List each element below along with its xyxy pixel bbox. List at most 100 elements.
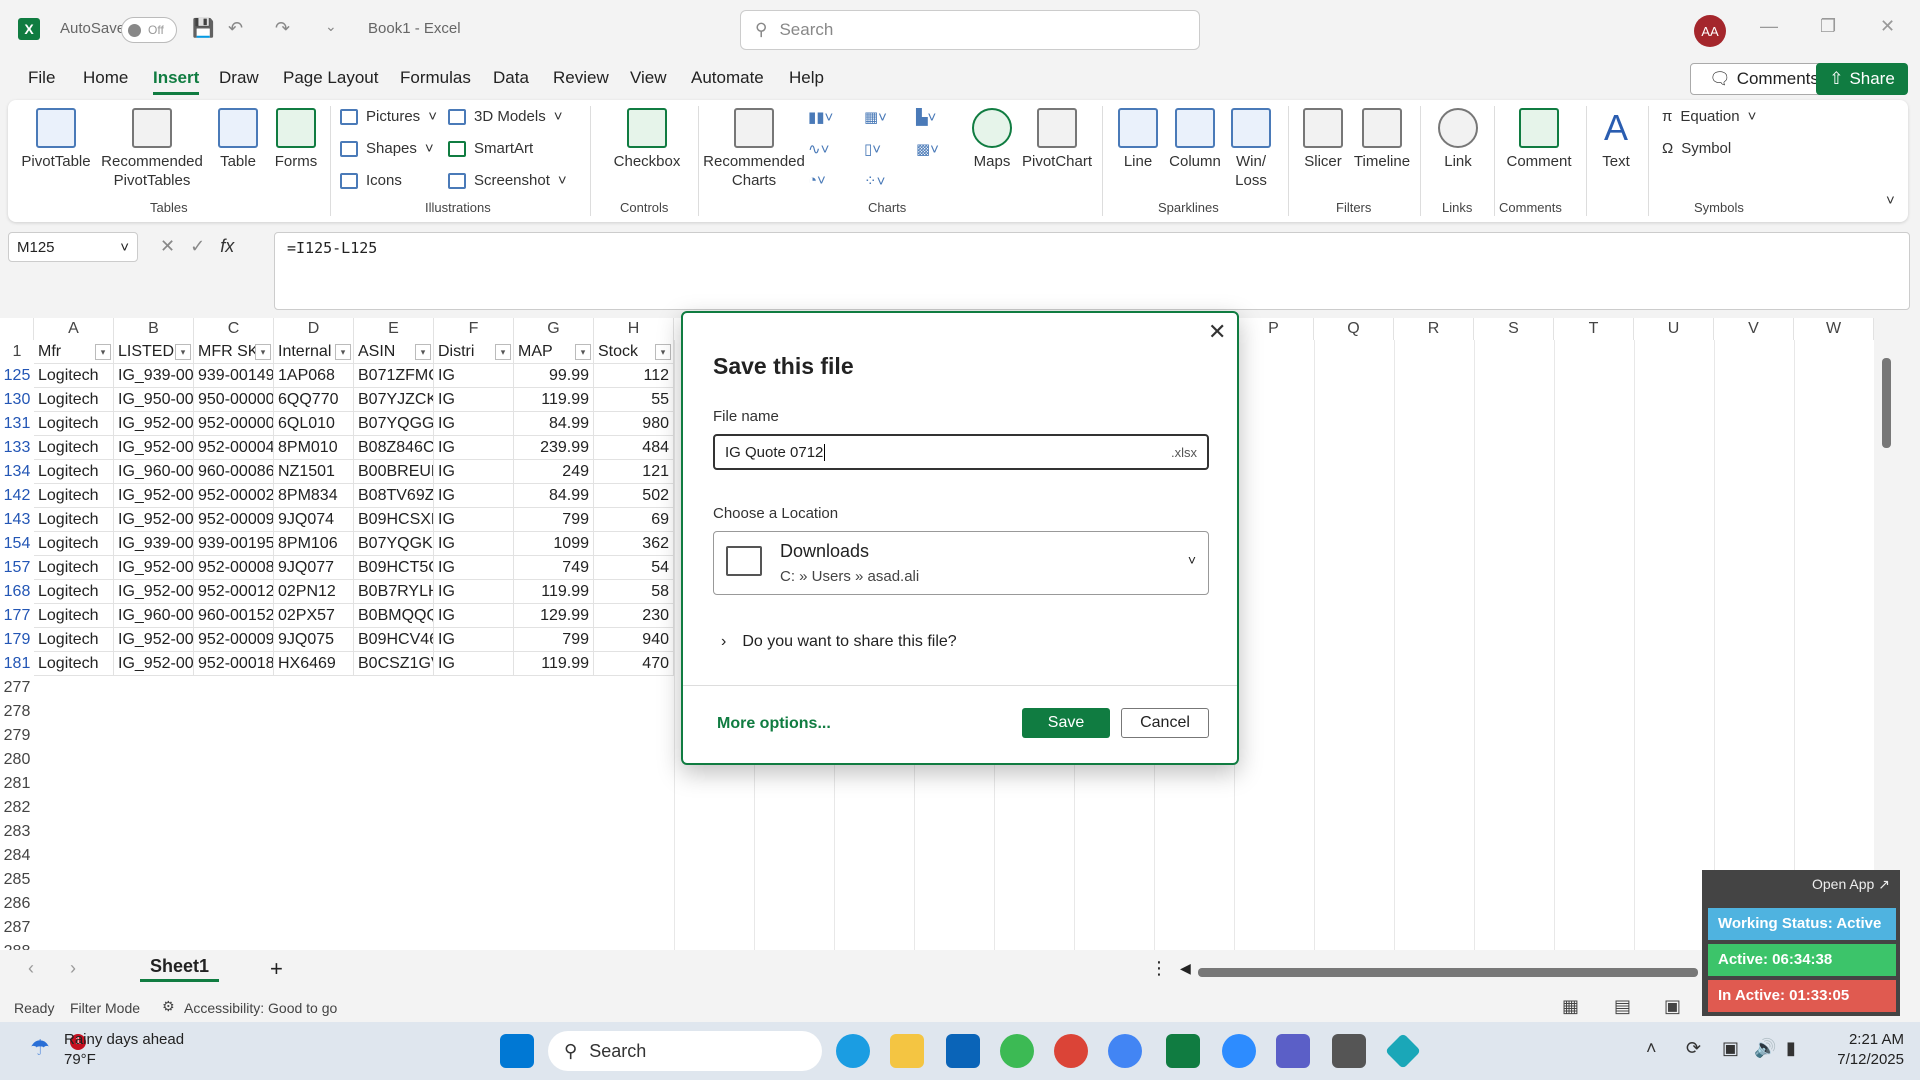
table-cell[interactable]: Logitech [34, 604, 114, 628]
volume-icon[interactable]: 🔊 [1754, 1038, 1776, 1059]
table-cell[interactable]: B09HCV46 [354, 628, 434, 652]
table-cell[interactable]: B07YQGGI [354, 412, 434, 436]
table-header-cell[interactable]: Internal ▾ [274, 340, 354, 364]
formula-input[interactable]: =I125-L125 [274, 232, 1910, 310]
pivottable-button[interactable]: PivotTable [20, 108, 92, 171]
battery-icon[interactable]: ▮ [1786, 1038, 1796, 1059]
table-cell[interactable]: 960-00086 [194, 460, 274, 484]
table-cell[interactable]: IG_939-00 [114, 532, 194, 556]
table-header-cell[interactable]: MAP ▾ [514, 340, 594, 364]
column-header[interactable]: F [434, 318, 514, 340]
row-header[interactable]: 278 [0, 700, 34, 724]
zoom-icon[interactable] [1222, 1034, 1256, 1068]
table-cell[interactable]: Logitech [34, 460, 114, 484]
name-box[interactable]: M125 ˅ [8, 232, 138, 262]
screenshot-button[interactable]: Screenshot ˅ [448, 172, 567, 189]
table-cell[interactable]: B07YJZCKI [354, 388, 434, 412]
recommended-pivottables-button[interactable]: Recommended PivotTables [100, 108, 204, 190]
share-button[interactable]: ⇧ Share [1816, 63, 1908, 95]
table-cell[interactable]: 8PM834 [274, 484, 354, 508]
table-cell[interactable]: IG [434, 652, 514, 676]
3d-models-button[interactable]: 3D Models ˅ [448, 108, 562, 125]
statistic-chart-icon[interactable]: ▯˅ [864, 140, 881, 158]
symbol-button[interactable]: Ω Symbol [1662, 140, 1731, 157]
table-cell[interactable]: 952-00000 [194, 412, 274, 436]
comment-button[interactable]: Comment [1498, 108, 1580, 171]
table-cell[interactable]: B0BMQQQ [354, 604, 434, 628]
autosave-toggle[interactable]: Off [121, 17, 177, 43]
table-cell[interactable]: 952-00002 [194, 484, 274, 508]
vertical-scrollbar[interactable] [1874, 318, 1900, 950]
table-cell[interactable]: IG [434, 580, 514, 604]
table-cell[interactable]: 470 [594, 652, 674, 676]
table-cell[interactable]: IG_952-00 [114, 484, 194, 508]
redo-icon[interactable]: ↷ [275, 18, 290, 39]
table-cell[interactable]: Logitech [34, 532, 114, 556]
column-header[interactable]: C [194, 318, 274, 340]
row-header[interactable]: 287 [0, 916, 34, 940]
filter-dropdown-icon[interactable]: ▾ [415, 344, 431, 360]
column-header[interactable]: S [1474, 318, 1554, 340]
horizontal-scroll-thumb[interactable] [1198, 968, 1698, 977]
page-break-view-icon[interactable]: ▣ [1664, 996, 1681, 1017]
column-header[interactable]: H [594, 318, 674, 340]
vertical-scroll-thumb[interactable] [1882, 358, 1891, 448]
column-header[interactable]: D [274, 318, 354, 340]
table-cell[interactable]: Logitech [34, 436, 114, 460]
table-cell[interactable]: 799 [514, 508, 594, 532]
taskbar-search[interactable]: ⚲ Search [548, 1031, 822, 1071]
table-cell[interactable]: IG_952-00 [114, 652, 194, 676]
table-header-cell[interactable]: LISTED S ▾ [114, 340, 194, 364]
column-header[interactable]: Q [1314, 318, 1394, 340]
table-cell[interactable]: 239.99 [514, 436, 594, 460]
table-cell[interactable]: 8PM106 [274, 532, 354, 556]
pivotchart-button[interactable]: PivotChart [1018, 108, 1096, 171]
table-cell[interactable]: IG [434, 604, 514, 628]
filter-dropdown-icon[interactable]: ▾ [175, 344, 191, 360]
table-cell[interactable]: Logitech [34, 556, 114, 580]
menu-help[interactable]: Help [789, 68, 824, 88]
more-options-link[interactable]: More options... [717, 715, 831, 733]
table-header-cell[interactable]: MFR SKU ▾ [194, 340, 274, 364]
table-cell[interactable]: IG_952-00 [114, 508, 194, 532]
app-icon[interactable] [1384, 1032, 1422, 1070]
row-header[interactable]: 286 [0, 892, 34, 916]
table-cell[interactable]: 799 [514, 628, 594, 652]
row-header[interactable]: 125 [0, 364, 34, 388]
save-icon[interactable]: 💾 [192, 18, 214, 39]
table-cell[interactable]: 1099 [514, 532, 594, 556]
combo-chart-icon[interactable]: ▩˅ [916, 140, 939, 158]
table-cell[interactable]: 980 [594, 412, 674, 436]
table-cell[interactable]: B09HCSXH [354, 508, 434, 532]
table-cell[interactable]: IG [434, 388, 514, 412]
menu-insert[interactable]: Insert [153, 68, 200, 95]
recommended-charts-button[interactable]: Recommended Charts [700, 108, 808, 190]
column-header[interactable]: A [34, 318, 114, 340]
row-header[interactable]: 131 [0, 412, 34, 436]
table-cell[interactable]: Logitech [34, 364, 114, 388]
table-cell[interactable]: 230 [594, 604, 674, 628]
excel-taskbar-icon[interactable] [1166, 1034, 1200, 1068]
row-header[interactable]: 142 [0, 484, 34, 508]
table-cell[interactable]: IG [434, 532, 514, 556]
menu-automate[interactable]: Automate [691, 68, 764, 88]
more-options-icon[interactable]: ⋮ [1150, 958, 1168, 979]
table-cell[interactable]: 119.99 [514, 580, 594, 604]
table-cell[interactable]: 249 [514, 460, 594, 484]
normal-view-icon[interactable]: ▦ [1562, 996, 1579, 1017]
link-button[interactable]: Link [1428, 108, 1488, 171]
maximize-icon[interactable]: ❐ [1820, 16, 1836, 37]
sparkline-column-button[interactable]: Column [1166, 108, 1224, 171]
table-cell[interactable]: B071ZFMC [354, 364, 434, 388]
table-cell[interactable]: 940 [594, 628, 674, 652]
slicer-button[interactable]: Slicer [1296, 108, 1350, 171]
search-box[interactable]: ⚲ Search [740, 10, 1200, 50]
sparkline-line-button[interactable]: Line [1110, 108, 1166, 171]
table-cell[interactable]: Logitech [34, 484, 114, 508]
sheet-tab[interactable]: Sheet1 [140, 954, 220, 982]
filter-dropdown-icon[interactable]: ▾ [95, 344, 111, 360]
table-cell[interactable]: 939-00149 [194, 364, 274, 388]
table-cell[interactable]: IG [434, 556, 514, 580]
table-cell[interactable]: 950-00000 [194, 388, 274, 412]
checkbox-button[interactable]: Checkbox [604, 108, 690, 171]
